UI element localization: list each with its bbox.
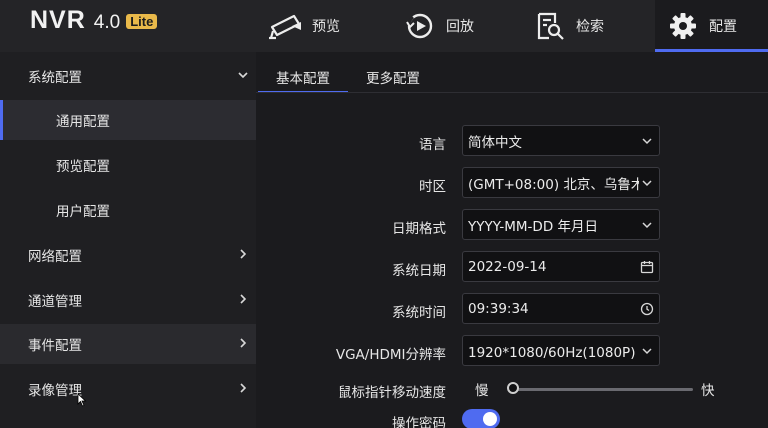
language-value: 简体中文 <box>468 134 522 151</box>
nav-preview-label: 预览 <box>312 19 340 35</box>
logo-version: 4.0 <box>93 12 121 33</box>
timezone-value: (GMT+08:00) 北京、乌鲁木齐 <box>468 176 639 193</box>
system-time-value: 09:39:34 <box>468 300 529 317</box>
mouse-speed-slider[interactable] <box>511 388 693 391</box>
tab-divider <box>256 92 768 93</box>
camera-icon <box>268 8 304 44</box>
nav-playback-label: 回放 <box>446 19 474 35</box>
nav-search[interactable]: 检索 <box>532 0 604 52</box>
sidebar-item-record-management[interactable]: 录像管理 <box>0 369 256 409</box>
logo: NVR 4.0 Lite <box>30 6 158 36</box>
resolution-value: 1920*1080/60Hz(1080P) (推荐) <box>468 344 639 361</box>
nav-config[interactable]: 配置 <box>655 0 768 52</box>
sidebar-item-label: 事件配置 <box>28 338 82 354</box>
system-time-input[interactable]: 09:39:34 <box>462 293 660 324</box>
sidebar-item-preview-config[interactable]: 预览配置 <box>0 145 256 185</box>
tab-bar: 基本配置 更多配置 <box>256 62 768 93</box>
sidebar-item-system-config[interactable]: 系统配置 <box>0 56 256 96</box>
sidebar-item-label: 通道管理 <box>28 294 82 310</box>
sidebar-item-network-config[interactable]: 网络配置 <box>0 235 256 275</box>
sidebar-item-label: 通用配置 <box>56 114 110 130</box>
nav-playback[interactable]: 回放 <box>402 0 474 52</box>
mouse-speed-slider-row: 慢 快 <box>256 377 768 401</box>
timezone-label: 时区 <box>419 179 446 195</box>
system-date-input[interactable]: 2022-09-14 <box>462 251 660 282</box>
top-bar: NVR 4.0 Lite 预览 回放 检索 配置 <box>0 0 768 52</box>
operation-password-label: 操作密码 <box>392 416 446 428</box>
sidebar-item-user-config[interactable]: 用户配置 <box>0 190 256 230</box>
toggle-knob <box>483 412 497 426</box>
nav-config-label: 配置 <box>709 19 737 35</box>
clock-icon[interactable] <box>639 301 655 317</box>
logo-text: NVR <box>30 6 86 34</box>
chevron-down-icon <box>639 133 655 149</box>
slider-thumb[interactable] <box>507 382 519 394</box>
system-time-label: 系统时间 <box>392 305 446 321</box>
calendar-icon[interactable] <box>639 259 655 275</box>
resolution-label: VGA/HDMI分辨率 <box>335 347 446 363</box>
sidebar-item-label: 系统配置 <box>28 70 82 86</box>
chevron-down-icon <box>639 175 655 191</box>
date-format-label: 日期格式 <box>392 221 446 237</box>
sidebar-item-event-config[interactable]: 事件配置 <box>0 324 256 364</box>
chevron-down-icon <box>238 72 248 79</box>
date-format-value: YYYY-MM-DD 年月日 <box>468 218 599 235</box>
tab-basic-config[interactable]: 基本配置 <box>258 62 348 93</box>
gear-icon <box>665 8 701 44</box>
tab-more-config[interactable]: 更多配置 <box>348 62 438 92</box>
nav-preview[interactable]: 预览 <box>268 0 340 52</box>
sidebar-item-channel-management[interactable]: 通道管理 <box>0 280 256 320</box>
timezone-select[interactable]: (GMT+08:00) 北京、乌鲁木齐 <box>462 167 660 198</box>
operation-password-toggle[interactable] <box>462 409 500 428</box>
main-panel: 基本配置 更多配置 语言 简体中文 时区 (GMT+08:00) 北京、乌鲁木齐… <box>256 52 768 428</box>
chevron-right-icon <box>240 338 247 348</box>
sidebar-item-label: 网络配置 <box>28 249 82 265</box>
sidebar: 系统配置 通用配置 预览配置 用户配置 网络配置 通道管理 事件配置 录像管理 <box>0 52 256 428</box>
date-format-select[interactable]: YYYY-MM-DD 年月日 <box>462 209 660 240</box>
chevron-right-icon <box>240 383 247 393</box>
language-select[interactable]: 简体中文 <box>462 125 660 156</box>
chevron-right-icon <box>240 249 247 259</box>
nav-search-label: 检索 <box>576 19 604 35</box>
chevron-down-icon <box>639 217 655 233</box>
sidebar-item-label: 录像管理 <box>28 383 82 399</box>
language-label: 语言 <box>419 137 446 153</box>
slider-min-label: 慢 <box>475 383 489 399</box>
logo-badge: Lite <box>126 14 158 29</box>
sidebar-item-general-config[interactable]: 通用配置 <box>0 100 256 140</box>
sidebar-item-label: 预览配置 <box>56 159 110 175</box>
chevron-down-icon <box>639 343 655 359</box>
chevron-right-icon <box>240 294 247 304</box>
slider-max-label: 快 <box>701 383 715 399</box>
sidebar-item-label: 用户配置 <box>56 204 110 220</box>
resolution-select[interactable]: 1920*1080/60Hz(1080P) (推荐) <box>462 335 660 366</box>
mouse-cursor-icon <box>77 393 87 407</box>
playback-icon <box>402 8 438 44</box>
system-date-label: 系统日期 <box>392 263 446 279</box>
search-document-icon <box>532 8 568 44</box>
system-date-value: 2022-09-14 <box>468 258 547 275</box>
